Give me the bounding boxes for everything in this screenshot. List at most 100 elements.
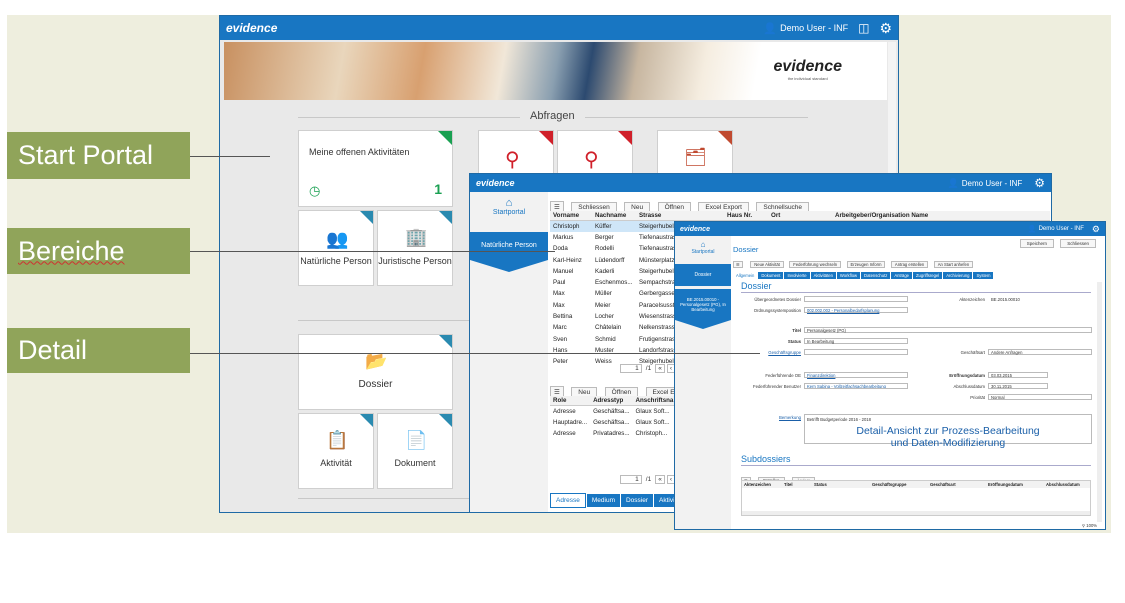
sidebar: ⌂ Startportal Natürliche Person	[470, 192, 548, 512]
tile-open-activities[interactable]: Meine offenen Aktivitäten ◷ 1	[298, 130, 453, 207]
nav-current-case[interactable]: BE.2015.00010 - Personalgesetz (PG), In …	[675, 289, 731, 320]
column-header[interactable]: Status	[814, 482, 872, 487]
priority-select[interactable]: Normal	[988, 394, 1092, 400]
zoom-level[interactable]: ⚲ 100%	[1082, 523, 1097, 528]
lead-oe-field[interactable]: Finanzdirektion	[804, 372, 908, 378]
column-header[interactable]: Geschäftsart	[930, 482, 988, 487]
column-header[interactable]: Role	[550, 396, 591, 406]
activity-clock-icon: ◷	[309, 183, 321, 198]
horizontal-scrollbar[interactable]	[742, 511, 1090, 515]
column-header[interactable]: Haus Nr.	[724, 211, 768, 221]
nav-natural-person[interactable]: Natürliche Person	[470, 232, 548, 260]
field-label: Status	[787, 339, 801, 344]
table-cell: Kaderli	[595, 267, 615, 275]
table-row[interactable]: Adresse Geschäftsa... Glaux Soft...	[550, 406, 676, 417]
field-label-link[interactable]: Bemerkung	[779, 415, 801, 420]
column-header[interactable]: Vorname	[550, 211, 592, 221]
tile-activity[interactable]: 📋 Aktivität	[298, 413, 374, 489]
tab-involved[interactable]: Involvierte	[784, 272, 810, 279]
cube-icon[interactable]: ◫	[858, 21, 869, 35]
parent-dossier-field[interactable]	[804, 296, 908, 302]
callout-line	[190, 156, 270, 157]
column-header[interactable]: Ort	[768, 211, 832, 221]
tab-system[interactable]: System	[973, 272, 994, 279]
remark-textarea[interactable]: Betrifft Budgetperiode 2016 - 2018 Detai…	[804, 414, 1092, 449]
table-cell: Hauptadre...	[553, 418, 588, 426]
close-button[interactable]: Schliessen	[1060, 239, 1096, 248]
zoom-value: 100%	[1086, 523, 1097, 528]
gear-icon[interactable]: ⚙	[1034, 176, 1045, 190]
tab-activities[interactable]: Aktivitäten	[810, 272, 836, 279]
tile-natural-person[interactable]: 👥 Natürliche Person	[298, 210, 374, 286]
title-bar: evidence 👤 Demo User - INF ⚙	[470, 174, 1051, 192]
banner-tagline: the individual standard	[787, 76, 828, 81]
column-header[interactable]: Geschäftsgruppe	[872, 482, 930, 487]
column-header[interactable]: Abschlussdatum	[1046, 482, 1080, 487]
remark-text: Betrifft Budgetperiode 2016 - 2018	[807, 417, 871, 422]
column-header[interactable]: Aktenzeichen	[744, 482, 784, 487]
tile-document[interactable]: 📄 Dokument	[377, 413, 453, 489]
page-total: /1	[645, 476, 652, 483]
tile-legal-person[interactable]: 🏢 Juristische Person	[377, 210, 453, 286]
zoom-icon: ⚲	[1082, 523, 1086, 528]
vertical-scrollbar[interactable]	[1097, 282, 1102, 522]
corner-marker	[618, 131, 632, 145]
page-input[interactable]: 1	[619, 364, 642, 373]
status-select[interactable]: In Bearbeitung	[804, 338, 908, 344]
tab-archiving[interactable]: Archivierung	[943, 272, 973, 279]
column-header[interactable]: Arbeitgeber/Organisation Name	[832, 211, 1050, 221]
field-label: Bemerkung	[741, 415, 801, 420]
tab-privacy[interactable]: Datenschutz	[861, 272, 891, 279]
table-row[interactable]: Hauptadre... Geschäftsa... Glaux Soft...	[550, 417, 676, 428]
first-page-icon[interactable]: «	[655, 364, 665, 373]
tile-dossier[interactable]: 📂 Dossier	[298, 334, 453, 410]
field-label-link[interactable]: Geschäftsgruppe	[768, 350, 801, 355]
user-name[interactable]: Demo User - INF	[962, 179, 1022, 188]
table-cell: Glaux Soft...	[635, 407, 670, 415]
tile-label: Juristische Person	[378, 256, 452, 266]
column-header[interactable]: Eröffnungsdatum	[988, 482, 1046, 487]
closing-date-input[interactable]: 30.11.2015	[988, 383, 1048, 389]
callout-line	[190, 353, 760, 354]
opening-date-input[interactable]: 03.03.2015	[988, 372, 1048, 378]
tab-general[interactable]: Allgemein	[733, 272, 758, 279]
gear-icon[interactable]: ⚙	[1092, 224, 1100, 235]
section-heading: Dossier	[741, 281, 772, 291]
first-page-icon[interactable]: «	[655, 475, 665, 484]
table-row[interactable]: Adresse Privatadres... Christoph...	[550, 428, 676, 439]
subdossier-table: Aktenzeichen Titel Status Geschäftsgrupp…	[741, 480, 1091, 516]
lead-user-field[interactable]: Kern Sabina - Vollzeitfachsachbearbeitun…	[804, 383, 908, 389]
tab-medium[interactable]: Medium	[586, 494, 620, 507]
tab-workflow[interactable]: Workflow	[836, 272, 861, 279]
business-type-select[interactable]: Andere Anfragen	[988, 349, 1092, 355]
user-name[interactable]: Demo User - INF	[1039, 226, 1084, 232]
nav-dossier[interactable]: Dossier	[675, 264, 731, 286]
nav-label: Startportal	[691, 249, 715, 255]
tab-address[interactable]: Adresse	[550, 493, 586, 508]
nav-startportal[interactable]: ⌂ Startportal	[470, 192, 548, 232]
gear-icon[interactable]: ⚙	[879, 20, 892, 37]
nav-startportal[interactable]: ⌂ Startportal	[675, 236, 731, 264]
tab-requests[interactable]: Anträge	[891, 272, 912, 279]
callout-detail: Detail	[7, 328, 190, 373]
user-name[interactable]: Demo User - INF	[780, 23, 848, 33]
tile-label: Aktivität	[320, 458, 352, 468]
column-header[interactable]: Adresstyp	[590, 396, 633, 406]
page-input[interactable]: 1	[619, 475, 642, 484]
tab-access-rules[interactable]: Zugriffsregel	[913, 272, 943, 279]
tab-document[interactable]: Dokument	[758, 272, 784, 279]
tab-dossier[interactable]: Dossier	[620, 494, 654, 507]
title-input[interactable]: Personalgesetz (PG)	[804, 327, 1092, 333]
app-logo: evidence	[226, 21, 278, 35]
business-group-select[interactable]	[804, 349, 908, 355]
column-header[interactable]: Anschriftsna	[632, 396, 676, 406]
ordnung-field[interactable]: 002.002.002 - Personalbedarfsplanung	[804, 307, 908, 313]
table-cell: Küffer	[595, 222, 612, 230]
save-button[interactable]: Speichern	[1019, 239, 1054, 248]
column-header[interactable]: Nachname	[592, 211, 636, 221]
column-header[interactable]: Strasse	[636, 211, 724, 221]
column-header[interactable]: Titel	[784, 482, 814, 487]
table-cell: Paul	[553, 279, 566, 287]
folder-icon: 🗂	[684, 147, 707, 167]
callout-start-portal: Start Portal	[7, 132, 190, 179]
